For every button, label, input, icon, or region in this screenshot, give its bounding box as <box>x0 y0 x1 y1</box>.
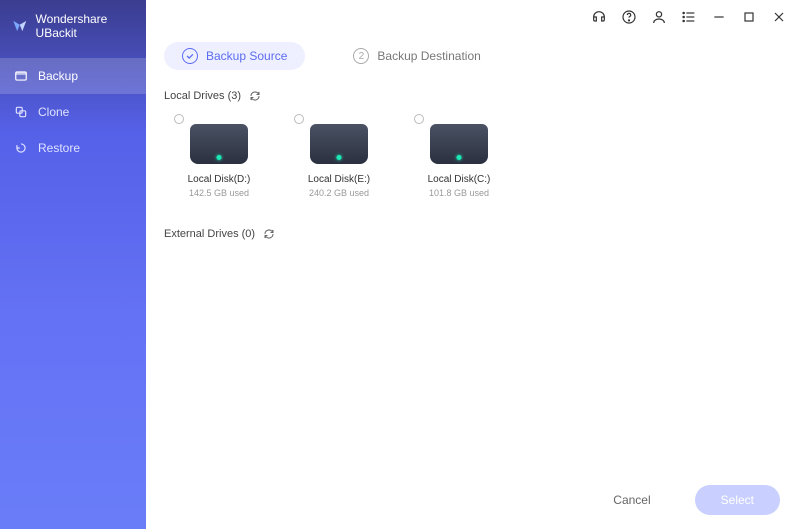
step-number: 2 <box>353 48 369 64</box>
drive-item[interactable]: Local Disk(D:) 142.5 GB used <box>174 120 264 198</box>
nav-item-restore[interactable]: Restore <box>0 130 146 166</box>
main: Backup Source 2 Backup Destination Local… <box>146 0 800 529</box>
external-drives-header: External Drives (0) <box>164 228 782 240</box>
step-label: Backup Source <box>206 49 287 63</box>
nav-label: Backup <box>38 69 78 83</box>
drive-icon <box>430 124 488 164</box>
local-drive-grid: Local Disk(D:) 142.5 GB used Local Disk(… <box>164 120 782 198</box>
nav: Backup Clone Restore <box>0 58 146 166</box>
step-tabs: Backup Source 2 Backup Destination <box>146 34 800 90</box>
menu-icon[interactable] <box>680 8 698 26</box>
help-icon[interactable] <box>620 8 638 26</box>
cancel-button[interactable]: Cancel <box>587 485 676 515</box>
drive-size: 142.5 GB used <box>189 188 249 198</box>
drive-icon <box>190 124 248 164</box>
brand: Wondershare UBackit <box>0 0 146 58</box>
drive-radio[interactable] <box>414 114 424 124</box>
select-button[interactable]: Select <box>695 485 780 515</box>
nav-label: Clone <box>38 105 69 119</box>
drive-item[interactable]: Local Disk(C:) 101.8 GB used <box>414 120 504 198</box>
restore-icon <box>14 141 28 155</box>
step-backup-destination[interactable]: 2 Backup Destination <box>335 42 498 70</box>
close-icon[interactable] <box>770 8 788 26</box>
drive-name: Local Disk(E:) <box>308 174 370 185</box>
nav-item-backup[interactable]: Backup <box>0 58 146 94</box>
refresh-icon[interactable] <box>249 90 261 102</box>
footer: Cancel Select <box>146 471 800 529</box>
account-icon[interactable] <box>650 8 668 26</box>
sidebar: Wondershare UBackit Backup Clone Restore <box>0 0 146 529</box>
app-title: Wondershare UBackit <box>36 12 136 40</box>
content: Local Drives (3) Local Disk(D:) 142.5 GB… <box>146 90 800 529</box>
nav-item-clone[interactable]: Clone <box>0 94 146 130</box>
backup-icon <box>14 69 28 83</box>
titlebar <box>146 0 800 34</box>
minimize-icon[interactable] <box>710 8 728 26</box>
step-backup-source[interactable]: Backup Source <box>164 42 305 70</box>
nav-label: Restore <box>38 141 80 155</box>
drive-item[interactable]: Local Disk(E:) 240.2 GB used <box>294 120 384 198</box>
drive-radio[interactable] <box>174 114 184 124</box>
maximize-icon[interactable] <box>740 8 758 26</box>
drive-icon <box>310 124 368 164</box>
drive-name: Local Disk(C:) <box>428 174 491 185</box>
drive-radio[interactable] <box>294 114 304 124</box>
drive-size: 101.8 GB used <box>429 188 489 198</box>
section-title: External Drives (0) <box>164 228 255 240</box>
step-label: Backup Destination <box>377 49 480 63</box>
drive-size: 240.2 GB used <box>309 188 369 198</box>
clone-icon <box>14 105 28 119</box>
check-icon <box>182 48 198 64</box>
refresh-icon[interactable] <box>263 228 275 240</box>
drive-name: Local Disk(D:) <box>188 174 251 185</box>
local-drives-header: Local Drives (3) <box>164 90 782 102</box>
section-title: Local Drives (3) <box>164 90 241 102</box>
app-logo-icon <box>12 17 28 35</box>
support-icon[interactable] <box>590 8 608 26</box>
